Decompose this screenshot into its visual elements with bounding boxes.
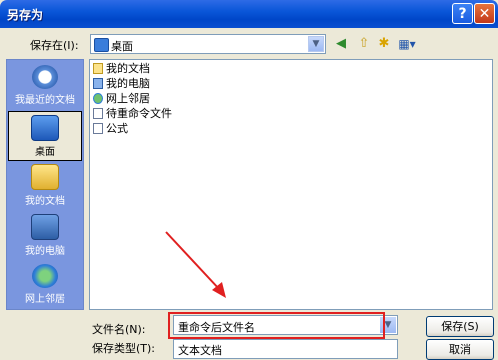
filetype-dropdown[interactable]: 文本文档 <box>173 339 398 359</box>
annotation-arrow <box>165 231 226 298</box>
filetype-value: 文本文档 <box>178 344 222 357</box>
filetype-label: 保存类型(T): <box>92 342 156 355</box>
save-button[interactable]: 保存(S) <box>426 316 494 337</box>
filename-label: 文件名(N): <box>92 323 146 336</box>
annotation-highlight-box <box>168 312 385 339</box>
cancel-button[interactable]: 取消 <box>426 339 494 360</box>
